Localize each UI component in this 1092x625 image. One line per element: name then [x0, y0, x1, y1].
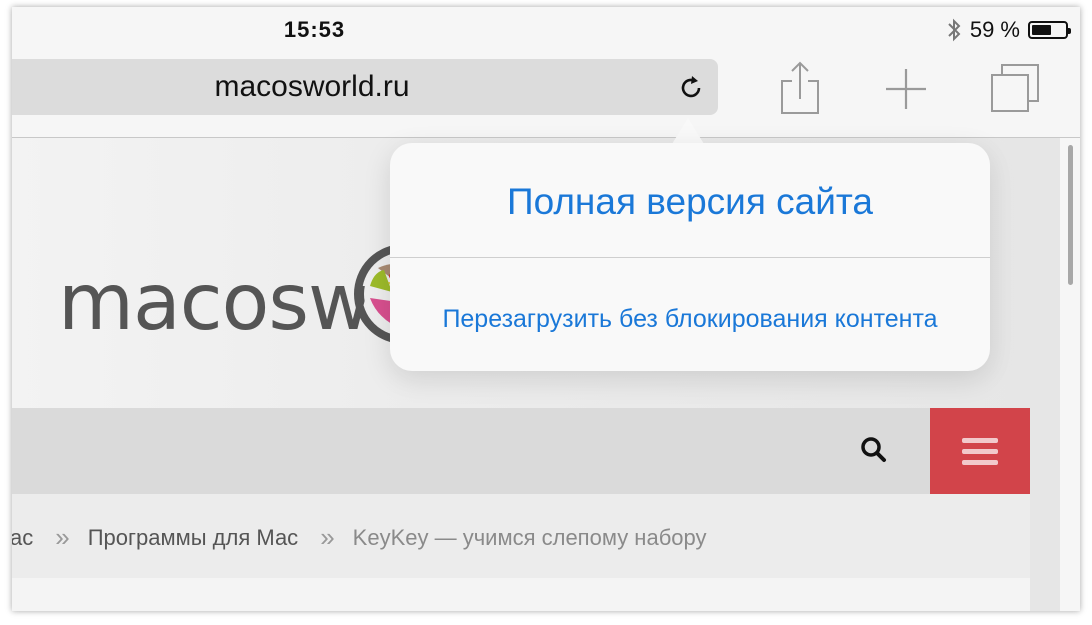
search-icon[interactable]: [854, 430, 894, 470]
menu-bar-middle: [962, 449, 998, 454]
screen: 15:53 59 % macosworld.ru macosw ac » Про…: [12, 7, 1080, 611]
breadcrumb-separator: »: [55, 522, 70, 552]
breadcrumb-separator: »: [320, 522, 335, 552]
popover-divider: [390, 257, 990, 258]
request-desktop-site-button[interactable]: Полная версия сайта: [390, 181, 990, 223]
reload-options-popover: Полная версия сайта Перезагрузить без бл…: [390, 143, 990, 371]
breadcrumb-item[interactable]: ac: [12, 525, 33, 551]
reload-icon[interactable]: [676, 73, 706, 103]
bluetooth-icon: [946, 18, 962, 42]
menu-bar-bottom: [962, 460, 998, 465]
content-strip: [12, 578, 1030, 611]
breadcrumb-current: KeyKey — учимся слепому набору: [352, 524, 707, 550]
scrollbar[interactable]: [1068, 145, 1073, 285]
site-logo-text[interactable]: macosw: [58, 258, 372, 348]
new-tab-icon[interactable]: [876, 59, 936, 119]
tabs-icon[interactable]: [984, 59, 1044, 119]
battery-percentage: 59 %: [969, 17, 1020, 42]
share-icon[interactable]: [770, 59, 830, 119]
breadcrumb-item[interactable]: Программы для Мас: [88, 525, 298, 551]
status-right: 59 %: [946, 15, 1071, 45]
status-time: 15:53: [283, 17, 346, 42]
breadcrumb: ac » Программы для Мас » KeyKey — учимся…: [12, 522, 707, 553]
reload-without-content-blockers-button[interactable]: Перезагрузить без блокирования контента: [390, 305, 990, 334]
url-text[interactable]: macosworld.ru: [12, 59, 612, 115]
popover-arrow: [672, 118, 704, 144]
battery-icon: [1028, 21, 1071, 39]
battery-fill: [1032, 25, 1051, 35]
menu-bar-top: [962, 438, 998, 443]
hamburger-menu-icon[interactable]: [930, 408, 1030, 494]
address-bar[interactable]: macosworld.ru: [12, 59, 718, 115]
